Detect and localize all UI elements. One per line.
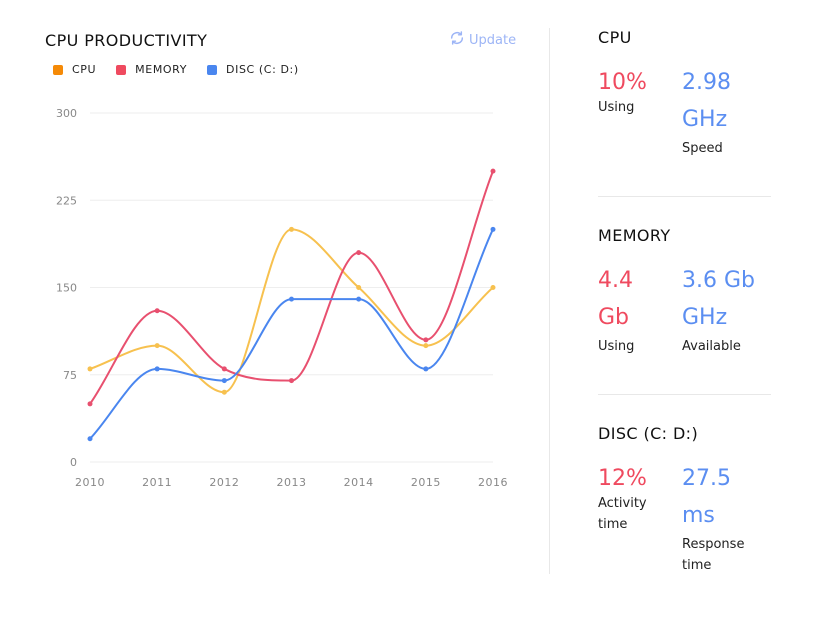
- data-point-memory: [87, 401, 93, 407]
- data-point-disc: [154, 366, 160, 372]
- x-tick-label: 2010: [75, 476, 105, 489]
- stat-value-line2: GHz: [682, 107, 728, 132]
- y-tick-label: 0: [70, 456, 77, 469]
- stat-label: Using: [598, 339, 635, 354]
- stat-label-line2: time: [598, 517, 628, 532]
- stat-value-line2: ms: [682, 503, 715, 528]
- stat-value-line1: 3.6 Gb: [682, 268, 755, 293]
- data-point-memory: [154, 308, 160, 314]
- stat-label-line1: Activity: [598, 496, 647, 511]
- stat-disc-response: 27.5 ms Response time: [682, 460, 744, 576]
- data-point-cpu: [221, 389, 227, 395]
- stat-value-line2: GHz: [682, 305, 728, 330]
- stat-label-line2: time: [682, 558, 712, 573]
- data-point-cpu: [289, 226, 294, 232]
- stat-label: Available: [682, 339, 741, 354]
- data-point-cpu: [154, 343, 160, 349]
- data-point-disc: [490, 226, 496, 232]
- series-line-disc: [89, 228, 494, 440]
- y-tick-label: 150: [56, 282, 77, 295]
- data-point-disc: [289, 296, 294, 302]
- x-tick-label: 2014: [344, 476, 374, 489]
- stat-block-memory: MEMORY 4.4 Gb Using 3.6 Gb GHz Available: [598, 226, 771, 354]
- stat-disc-activity: 12% Activity time: [598, 460, 647, 535]
- data-point-disc: [423, 366, 429, 372]
- y-tick-label: 225: [56, 194, 77, 207]
- data-point-memory: [221, 366, 227, 372]
- data-point-memory: [423, 337, 429, 343]
- series-line-cpu: [89, 228, 494, 394]
- data-point-memory: [356, 250, 362, 256]
- stat-cpu-using: 10% Using: [598, 64, 647, 118]
- data-point-cpu: [423, 343, 429, 349]
- y-tick-label: 75: [63, 369, 77, 382]
- data-point-cpu: [356, 285, 362, 290]
- y-tick-label: 300: [56, 107, 77, 120]
- stat-label: Speed: [682, 141, 723, 156]
- stat-title-memory: MEMORY: [598, 226, 671, 245]
- stat-title-disc: DISC (C: D:): [598, 424, 699, 443]
- data-point-cpu: [490, 285, 496, 290]
- x-tick-label: 2016: [478, 476, 508, 489]
- stat-value-line1: 27.5: [682, 466, 731, 491]
- stat-cpu-speed: 2.98 GHz Speed: [682, 64, 731, 159]
- data-point-disc: [221, 378, 227, 384]
- stat-value-line2: Gb: [598, 305, 630, 330]
- stat-block-cpu: CPU 10% Using 2.98 GHz Speed: [598, 28, 771, 156]
- stat-value: 10%: [598, 70, 647, 95]
- stat-value-line1: 2.98: [682, 70, 731, 95]
- stats-separator: [598, 394, 771, 395]
- stat-title-cpu: CPU: [598, 28, 632, 47]
- x-tick-label: 2012: [209, 476, 239, 489]
- stat-memory-available: 3.6 Gb GHz Available: [682, 262, 755, 357]
- data-point-disc: [356, 296, 362, 302]
- x-tick-label: 2011: [142, 476, 172, 489]
- x-tick-label: 2015: [411, 476, 441, 489]
- stat-memory-using: 4.4 Gb Using: [598, 262, 634, 357]
- x-tick-label: 2013: [277, 476, 307, 489]
- panel-divider: [549, 28, 550, 574]
- data-point-disc: [87, 436, 93, 442]
- line-chart: 0 75 150 225 300 2010 2011 2012 2013 2014 2015 2016: [56, 107, 508, 489]
- data-point-memory: [289, 378, 294, 384]
- stats-separator: [598, 196, 771, 197]
- stat-value-line1: 4.4: [598, 268, 633, 293]
- stat-value: 12%: [598, 466, 647, 491]
- stat-block-disc: DISC (C: D:) 12% Activity time 27.5 ms R…: [598, 424, 771, 573]
- stat-label-line1: Response: [682, 537, 745, 552]
- data-point-cpu: [87, 366, 93, 372]
- data-point-memory: [490, 168, 496, 174]
